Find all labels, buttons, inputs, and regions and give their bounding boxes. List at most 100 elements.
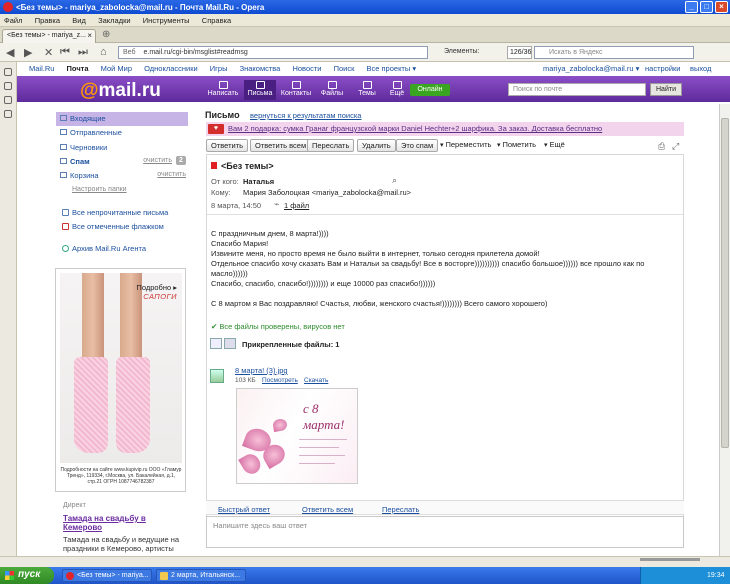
rewind-icon[interactable]: ⏮ <box>60 46 70 59</box>
back-icon[interactable]: ◀ <box>6 46 14 59</box>
reply-all-link[interactable]: Ответить всем <box>302 505 353 514</box>
menu-help[interactable]: Справка <box>202 16 231 25</box>
folder-icon <box>160 572 168 580</box>
folder-trash[interactable]: Корзина очистить <box>56 169 188 183</box>
close-window-button[interactable]: × <box>715 1 728 13</box>
taskbar-item-folder[interactable]: 2 марта, Итальянск... <box>156 569 246 582</box>
scrollbar-thumb[interactable] <box>721 118 729 448</box>
find-button[interactable]: Найти <box>650 83 682 96</box>
expand-icon[interactable]: ⤢ <box>672 141 679 152</box>
online-button[interactable]: Онлайн <box>410 84 450 96</box>
attachment-preview[interactable]: с 8 марта! <box>236 388 358 484</box>
nav-games[interactable]: Игры <box>210 64 228 73</box>
letters-button[interactable]: Письма <box>244 80 276 100</box>
back-to-search-link[interactable]: вернуться к результатам поиска <box>250 111 361 120</box>
nav-dating[interactable]: Знакомства <box>240 64 281 73</box>
mail-search-input[interactable]: Поиск по почте <box>508 83 646 96</box>
spam-button[interactable]: Это спам <box>396 139 439 152</box>
panel-history-icon[interactable] <box>4 96 12 104</box>
contacts-button[interactable]: Контакты <box>279 81 313 97</box>
panel-add-icon[interactable] <box>4 110 12 118</box>
quick-reply-link[interactable]: Быстрый ответ <box>218 505 270 514</box>
nav-ok[interactable]: Одноклассники <box>144 64 198 73</box>
promo-text[interactable]: Вам 2 подарка: сумка Гранаг французской … <box>228 124 602 133</box>
attachments-title: Прикрепленные файлы: 1 <box>242 340 340 349</box>
search-sender-icon[interactable]: ⌕ <box>392 175 397 186</box>
home-icon[interactable]: ⌂ <box>100 46 107 58</box>
clear-trash-link[interactable]: очистить <box>157 171 186 178</box>
mark-dropdown[interactable]: Пометить <box>497 140 536 149</box>
more-button[interactable]: Ещё <box>386 81 408 97</box>
attachment-view-link[interactable]: Посмотреть <box>262 377 298 384</box>
close-tab-icon[interactable]: × <box>87 31 92 40</box>
files-link[interactable]: 1 файл <box>284 201 309 210</box>
menu-bookmarks[interactable]: Закладки <box>98 16 130 25</box>
start-button[interactable]: пуск <box>0 567 54 584</box>
list-view-icon[interactable] <box>210 338 222 349</box>
zoom-slider[interactable] <box>640 558 700 561</box>
drafts-icon <box>60 143 67 150</box>
promo-banner[interactable]: ♥ Вам 2 подарка: сумка Гранаг французско… <box>206 122 684 136</box>
nav-search[interactable]: Поиск <box>334 64 355 73</box>
all-unread-link[interactable]: Все непрочитанные письма <box>60 208 168 217</box>
minimize-button[interactable]: _ <box>685 1 698 13</box>
move-dropdown[interactable]: Переместить <box>440 140 491 149</box>
menu-tools[interactable]: Инструменты <box>143 16 190 25</box>
taskbar-item-opera[interactable]: <Без темы> - mariya... <box>62 569 152 582</box>
clear-spam-link[interactable]: очистить <box>143 157 172 164</box>
new-tab-icon[interactable]: ⊕ <box>102 29 110 40</box>
folder-drafts[interactable]: Черновики <box>56 141 188 155</box>
menu-edit[interactable]: Правка <box>35 16 60 25</box>
address-bar[interactable]: Веб e.mail.ru/cgi-bin/msglist#readmsg <box>118 46 428 59</box>
settings-link[interactable]: настройки <box>645 64 681 73</box>
fastforward-icon[interactable]: ⏭ <box>78 46 88 59</box>
quick-reply-textarea[interactable]: Напишите здесь ваш ответ <box>206 516 684 548</box>
nav-news[interactable]: Новости <box>292 64 321 73</box>
attachment-name[interactable]: 8 марта! (3).jpg <box>235 366 288 375</box>
nav-myworld[interactable]: Мой Мир <box>101 64 132 73</box>
agent-archive-link[interactable]: Архив Mail.Ru Агента <box>60 244 146 253</box>
browser-tab[interactable]: <Без темы> - mariya_z... × <box>2 29 96 43</box>
configure-folders-link[interactable]: Настроить папки <box>72 186 127 193</box>
menu-file[interactable]: Файл <box>4 16 22 25</box>
forward-button[interactable]: Переслать <box>307 139 355 152</box>
folder-sent[interactable]: Отправленные <box>56 126 188 140</box>
all-flagged-link[interactable]: Все отмеченные флажком <box>60 222 164 231</box>
menu-view[interactable]: Вид <box>72 16 86 25</box>
body-line: Извините меня, но просто время не было в… <box>211 249 540 258</box>
forward-link[interactable]: Переслать <box>382 505 419 514</box>
panel-bookmarks-icon[interactable] <box>4 68 12 76</box>
thumb-view-icon[interactable] <box>224 338 236 349</box>
reply-all-button[interactable]: Ответить всем <box>250 139 312 152</box>
stop-icon[interactable]: ✕ <box>44 46 53 59</box>
ad-banner[interactable]: Подробно ▸ САПОГИ Подробности на сайте ww… <box>55 268 186 492</box>
yandex-search-input[interactable]: Искать в Яндекс <box>534 46 694 59</box>
folder-inbox[interactable]: Входящие <box>56 112 188 127</box>
files-button[interactable]: Файлы <box>318 81 346 97</box>
elements-count: 126/36 <box>507 46 532 59</box>
themes-button[interactable]: Темы <box>354 81 380 97</box>
from-value[interactable]: Наталья <box>243 177 274 186</box>
to-value: Мария Заболоцкая <mariya_zabolocka@mail.… <box>243 188 412 197</box>
reply-button[interactable]: Ответить <box>206 139 249 152</box>
logout-link[interactable]: выход <box>690 64 711 73</box>
mailru-logo[interactable]: @mail.ru <box>80 80 161 102</box>
page-scrollbar[interactable] <box>719 104 730 556</box>
user-email[interactable]: mariya_zabolocka@mail.ru ▾ <box>543 64 639 73</box>
folder-spam[interactable]: Спам очистить 2 <box>56 155 188 169</box>
nav-all-projects[interactable]: Все проекты ▾ <box>366 64 416 73</box>
red-flag-icon[interactable] <box>211 162 217 169</box>
more-dropdown[interactable]: Ещё <box>544 140 564 149</box>
maximize-button[interactable]: □ <box>700 1 713 13</box>
delete-button[interactable]: Удалить <box>357 139 396 152</box>
compose-button[interactable]: Написать <box>205 81 241 97</box>
nav-mailru[interactable]: Mail.Ru <box>29 64 54 73</box>
nav-mail[interactable]: Почта <box>67 64 89 73</box>
ad-link[interactable]: Тамада на свадьбу в Кемерово <box>63 514 183 532</box>
body-line: С 8 мартом я Вас поздравляю! Счастья, лю… <box>211 299 548 308</box>
forward-icon[interactable]: ▶ <box>24 46 32 59</box>
print-icon[interactable]: ⎙ <box>658 141 665 152</box>
panel-mail-icon[interactable] <box>4 82 12 90</box>
attachment-download-link[interactable]: Скачать <box>304 377 328 384</box>
heart-icon: ♥ <box>208 124 224 134</box>
